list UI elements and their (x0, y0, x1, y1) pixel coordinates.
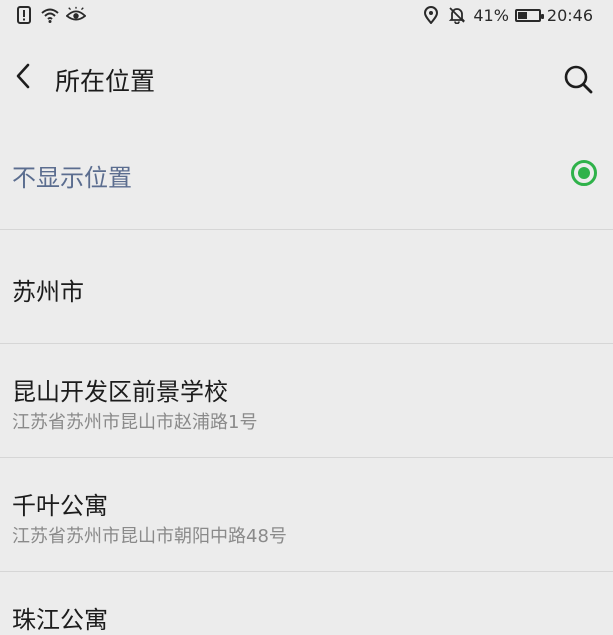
battery-fill (517, 11, 527, 19)
chevron-left-icon[interactable] (10, 60, 38, 92)
page-title: 所在位置 (55, 67, 156, 96)
radio-dot (578, 167, 590, 179)
bell-off-icon (447, 5, 467, 25)
location-row[interactable]: 昆山开发区前景学校 江苏省苏州市昆山市赵浦路1号 (0, 344, 613, 458)
location-address: 江苏省苏州市昆山市朝阳中路48号 (12, 526, 287, 547)
status-bar: 41% 20:46 (0, 0, 613, 32)
location-name: 不显示位置 (12, 164, 132, 192)
battery-percent: 41% (473, 5, 509, 25)
location-name: 千叶公寓 (12, 492, 108, 520)
selected-radio-icon (571, 160, 597, 186)
location-pin-icon (421, 5, 441, 25)
location-row-hide-location[interactable]: 不显示位置 (0, 120, 613, 230)
header: 所在位置 (0, 40, 613, 118)
status-left (14, 5, 86, 25)
location-name: 珠江公寓 (12, 606, 108, 634)
location-name: 昆山开发区前景学校 (12, 378, 228, 406)
clock: 20:46 (546, 5, 593, 25)
wifi-icon (40, 5, 60, 25)
eye-icon (66, 5, 86, 25)
location-row[interactable]: 珠江公寓 (0, 572, 613, 634)
battery-icon (514, 8, 544, 22)
location-row[interactable]: 苏州市 (0, 230, 613, 344)
search-icon[interactable] (561, 62, 595, 96)
status-right: 41% 20:46 (421, 5, 593, 25)
location-address: 江苏省苏州市昆山市赵浦路1号 (12, 412, 258, 433)
location-name: 苏州市 (12, 278, 84, 306)
sim-alert-icon (14, 5, 34, 25)
location-row[interactable]: 千叶公寓 江苏省苏州市昆山市朝阳中路48号 (0, 458, 613, 572)
